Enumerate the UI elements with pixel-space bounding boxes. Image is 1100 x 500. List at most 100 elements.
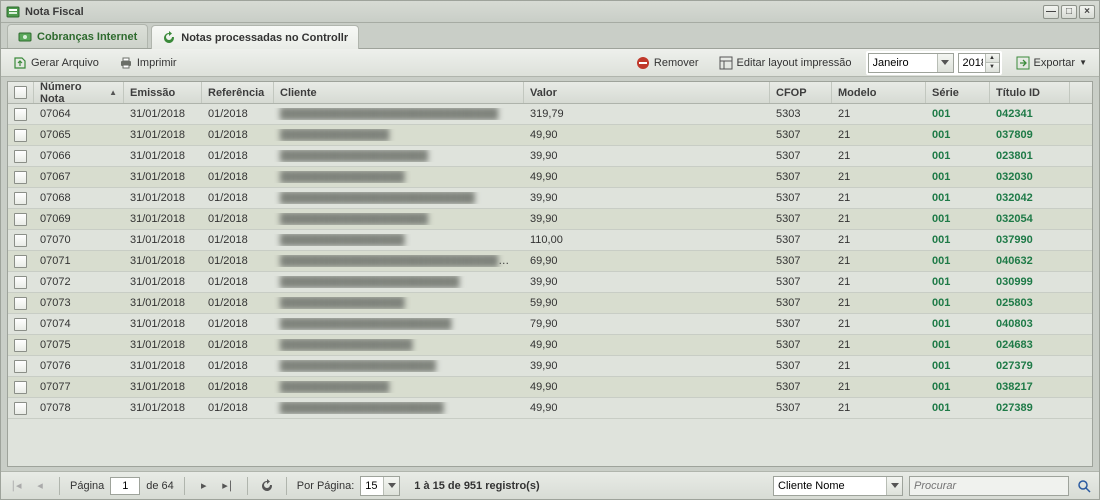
cell-serie: 001	[926, 360, 990, 372]
cell-numero: 07068	[34, 192, 124, 204]
search-field-input[interactable]	[773, 476, 903, 496]
col-modelo[interactable]: Modelo	[832, 82, 926, 103]
page-input[interactable]	[110, 477, 140, 495]
table-row[interactable]: 0706631/01/201801/2018██████████████████…	[8, 146, 1092, 167]
row-checkbox-cell	[8, 402, 34, 415]
year-up-button[interactable]: ▲	[985, 54, 999, 64]
row-checkbox[interactable]	[14, 150, 27, 163]
table-row[interactable]: 0706531/01/201801/2018██████████████49,9…	[8, 125, 1092, 146]
tab-notas[interactable]: Notas processadas no Controllr	[151, 25, 359, 49]
table-row[interactable]: 0706731/01/201801/2018████████████████49…	[8, 167, 1092, 188]
month-combo[interactable]	[868, 53, 954, 73]
cell-cliente: ████████████████	[274, 234, 524, 246]
cell-valor: 69,90	[524, 255, 770, 267]
cell-modelo: 21	[832, 360, 926, 372]
per-page-combo[interactable]	[360, 476, 400, 496]
table-row[interactable]: 0707331/01/201801/2018████████████████59…	[8, 293, 1092, 314]
col-serie[interactable]: Série	[926, 82, 990, 103]
col-cliente[interactable]: Cliente	[274, 82, 524, 103]
table-row[interactable]: 0707731/01/201801/2018██████████████49,9…	[8, 377, 1092, 398]
search-button[interactable]	[1075, 477, 1093, 495]
row-checkbox[interactable]	[14, 255, 27, 268]
cell-serie: 001	[926, 192, 990, 204]
row-checkbox[interactable]	[14, 108, 27, 121]
row-checkbox-cell	[8, 129, 34, 142]
table-row[interactable]: 0707831/01/201801/2018██████████████████…	[8, 398, 1092, 419]
cell-emissao: 31/01/2018	[124, 171, 202, 183]
close-button[interactable]: ×	[1079, 5, 1095, 19]
minimize-button[interactable]: —	[1043, 5, 1059, 19]
pager: ∣◂ ◂ Página de 64 ▸ ▸∣ Por Página: 1 à 1…	[1, 471, 1099, 499]
editar-layout-button[interactable]: Editar layout impressão	[713, 54, 858, 72]
cell-modelo: 21	[832, 171, 926, 183]
table-row[interactable]: 0707131/01/201801/2018██████████████████…	[8, 251, 1092, 272]
row-checkbox[interactable]	[14, 192, 27, 205]
col-emissao[interactable]: Emissão	[124, 82, 202, 103]
exportar-button[interactable]: Exportar ▼	[1010, 54, 1094, 72]
cell-cliente: █████████████████████████	[274, 192, 524, 204]
select-all-checkbox[interactable]	[14, 86, 27, 99]
year-down-button[interactable]: ▼	[985, 63, 999, 72]
tab-cobrancas[interactable]: Cobranças Internet	[7, 24, 148, 48]
cell-cliente: ██████████████████████	[274, 318, 524, 330]
last-page-button[interactable]: ▸∣	[219, 477, 237, 495]
row-checkbox-cell	[8, 318, 34, 331]
refresh-button[interactable]	[258, 477, 276, 495]
next-page-button[interactable]: ▸	[195, 477, 213, 495]
prev-page-button[interactable]: ◂	[31, 477, 49, 495]
cell-referencia: 01/2018	[202, 255, 274, 267]
row-checkbox[interactable]	[14, 360, 27, 373]
table-row[interactable]: 0707231/01/201801/2018██████████████████…	[8, 272, 1092, 293]
cell-numero: 07066	[34, 150, 124, 162]
gerar-arquivo-button[interactable]: Gerar Arquivo	[7, 54, 105, 72]
search-field-combo[interactable]	[773, 476, 903, 496]
table-row[interactable]: 0707031/01/201801/2018████████████████11…	[8, 230, 1092, 251]
col-titulo[interactable]: Título ID	[990, 82, 1070, 103]
table-row[interactable]: 0707531/01/201801/2018█████████████████4…	[8, 335, 1092, 356]
col-numero[interactable]: Número Nota	[34, 82, 124, 103]
row-checkbox[interactable]	[14, 381, 27, 394]
maximize-button[interactable]: □	[1061, 5, 1077, 19]
row-checkbox-cell	[8, 339, 34, 352]
cell-cliente: ████████████████████████████	[274, 108, 524, 120]
row-checkbox[interactable]	[14, 276, 27, 289]
row-checkbox[interactable]	[14, 318, 27, 331]
table-row[interactable]: 0706831/01/201801/2018██████████████████…	[8, 188, 1092, 209]
cell-modelo: 21	[832, 402, 926, 414]
row-checkbox[interactable]	[14, 339, 27, 352]
year-spinner[interactable]: ▲ ▼	[958, 53, 1000, 73]
row-checkbox[interactable]	[14, 402, 27, 415]
table-row[interactable]: 0706431/01/201801/2018██████████████████…	[8, 104, 1092, 125]
row-checkbox-cell	[8, 255, 34, 268]
col-valor[interactable]: Valor	[524, 82, 770, 103]
cell-titulo: 040803	[990, 318, 1070, 330]
cell-numero: 07074	[34, 318, 124, 330]
table-row[interactable]: 0706931/01/201801/2018██████████████████…	[8, 209, 1092, 230]
row-checkbox[interactable]	[14, 297, 27, 310]
row-checkbox[interactable]	[14, 129, 27, 142]
row-checkbox[interactable]	[14, 171, 27, 184]
col-cfop[interactable]: CFOP	[770, 82, 832, 103]
cell-numero: 07076	[34, 360, 124, 372]
cell-emissao: 31/01/2018	[124, 213, 202, 225]
grid-body[interactable]: 0706431/01/201801/2018██████████████████…	[8, 104, 1092, 466]
search-input[interactable]	[909, 476, 1069, 496]
col-checkbox[interactable]	[8, 82, 34, 103]
chevron-down-icon[interactable]	[886, 477, 902, 495]
imprimir-button[interactable]: Imprimir	[113, 54, 183, 72]
col-referencia[interactable]: Referência	[202, 82, 274, 103]
chevron-down-icon[interactable]	[383, 477, 399, 495]
remover-button[interactable]: Remover	[630, 54, 705, 72]
cell-valor: 319,79	[524, 108, 770, 120]
first-page-button[interactable]: ∣◂	[7, 477, 25, 495]
cell-serie: 001	[926, 318, 990, 330]
row-checkbox[interactable]	[14, 234, 27, 247]
cell-cfop: 5307	[770, 318, 832, 330]
cell-numero: 07065	[34, 129, 124, 141]
row-checkbox[interactable]	[14, 213, 27, 226]
table-row[interactable]: 0707631/01/201801/2018██████████████████…	[8, 356, 1092, 377]
cell-numero: 07073	[34, 297, 124, 309]
chevron-down-icon[interactable]	[937, 54, 953, 72]
cell-modelo: 21	[832, 381, 926, 393]
table-row[interactable]: 0707431/01/201801/2018██████████████████…	[8, 314, 1092, 335]
